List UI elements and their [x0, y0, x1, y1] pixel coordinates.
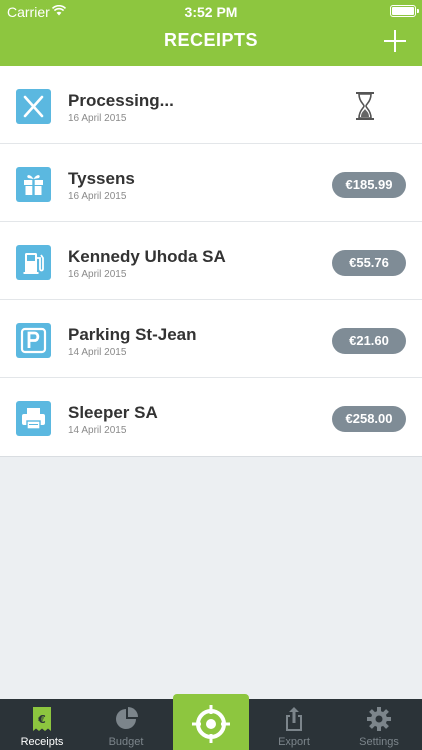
pie-chart-icon: [116, 707, 138, 729]
receipt-date: 16 April 2015: [68, 191, 127, 202]
merchant-name: Kennedy Uhoda SA: [68, 247, 226, 266]
merchant-name: Parking St-Jean: [68, 325, 197, 344]
tab-label: Export: [278, 736, 310, 748]
gear-icon: [367, 707, 391, 731]
status-time: 3:52 PM: [184, 4, 238, 20]
list-item[interactable]: Parking St-Jean 14 April 2015 €21.60: [0, 300, 422, 378]
amount-badge: €185.99: [332, 172, 406, 198]
tab-budget[interactable]: Budget: [84, 699, 168, 750]
receipt-date: 14 April 2015: [68, 425, 127, 436]
list-item[interactable]: Tyssens 16 April 2015 €185.99: [0, 144, 422, 222]
battery-icon: [390, 5, 419, 17]
page-title: RECEIPTS: [163, 30, 259, 50]
parking-icon: [16, 323, 51, 358]
scan-target-icon: [192, 705, 230, 743]
receipt-list: Processing... 16 April 2015 Tyssens 16 A…: [0, 66, 422, 457]
scan-receipt-button[interactable]: [173, 694, 249, 750]
app-header: Carrier 3:52 PM RECEIPTS: [0, 0, 422, 66]
tab-bar: € Receipts Budget Export Settings: [0, 694, 422, 750]
tab-export[interactable]: Export: [252, 699, 336, 750]
tab-receipts[interactable]: € Receipts: [0, 699, 84, 750]
receipt-date: 16 April 2015: [68, 113, 127, 124]
receipt-date: 16 April 2015: [68, 269, 127, 280]
amount-badge: €55.76: [332, 250, 406, 276]
amount-badge: €21.60: [332, 328, 406, 354]
amount-badge: €258.00: [332, 406, 406, 432]
merchant-name: Tyssens: [68, 169, 135, 188]
fuel-icon: [16, 245, 51, 280]
svg-text:€: €: [37, 713, 46, 726]
merchant-name: Sleeper SA: [68, 403, 158, 422]
status-bar: Carrier 3:52 PM: [0, 0, 422, 22]
add-receipt-button[interactable]: [384, 30, 406, 52]
receipt-icon: €: [33, 707, 51, 731]
tab-settings[interactable]: Settings: [336, 699, 422, 750]
tab-label: Budget: [108, 736, 144, 748]
export-icon: [286, 707, 302, 731]
gift-icon: [16, 167, 51, 202]
list-item[interactable]: Processing... 16 April 2015: [0, 66, 422, 144]
restaurant-icon: [16, 89, 51, 124]
hourglass-icon: [356, 92, 374, 120]
merchant-name: Processing...: [68, 91, 174, 110]
list-item[interactable]: Sleeper SA 14 April 2015 €258.00: [0, 378, 422, 457]
printer-icon: [16, 401, 51, 436]
receipt-date: 14 April 2015: [68, 347, 127, 358]
tab-label: Receipts: [20, 736, 64, 748]
list-item[interactable]: Kennedy Uhoda SA 16 April 2015 €55.76: [0, 222, 422, 300]
tab-label: Settings: [359, 736, 399, 748]
